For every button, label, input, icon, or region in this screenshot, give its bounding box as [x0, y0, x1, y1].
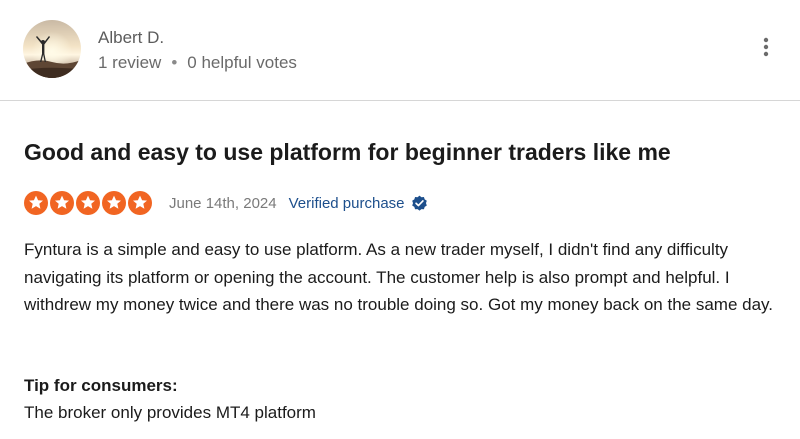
reviewer-avatar[interactable] — [23, 20, 81, 78]
star-icon — [50, 191, 74, 215]
tip-heading: Tip for consumers: — [24, 376, 178, 395]
star-icon — [128, 191, 152, 215]
separator-dot: • — [171, 53, 178, 72]
star-icon — [76, 191, 100, 215]
star-rating — [24, 191, 152, 215]
star-icon — [102, 191, 126, 215]
avatar-photo-icon — [23, 20, 81, 78]
review-body: Fyntura is a simple and easy to use plat… — [24, 240, 773, 314]
reviewer-stats: 1 review • 0 helpful votes — [98, 53, 297, 73]
more-vertical-icon — [763, 37, 769, 57]
tip-text: The broker only provides MT4 platform — [24, 403, 316, 422]
star-icon — [24, 191, 48, 215]
more-options-button[interactable] — [756, 36, 776, 60]
verified-purchase-badge[interactable]: Verified purchase — [289, 195, 428, 212]
verified-check-icon — [411, 195, 427, 211]
verified-purchase-label: Verified purchase — [288, 194, 405, 212]
reviewer-header: Albert D. 1 review • 0 helpful votes — [0, 0, 800, 101]
helpful-votes-count: 0 helpful votes — [187, 53, 297, 72]
review-count: 1 review — [98, 53, 162, 72]
review-title: Good and easy to use platform for beginn… — [24, 139, 671, 165]
rating-row: June 14th, 2024 Verified purchase — [24, 190, 428, 216]
review-date: June 14th, 2024 — [169, 194, 277, 212]
reviewer-name[interactable]: Albert D. — [98, 28, 164, 48]
